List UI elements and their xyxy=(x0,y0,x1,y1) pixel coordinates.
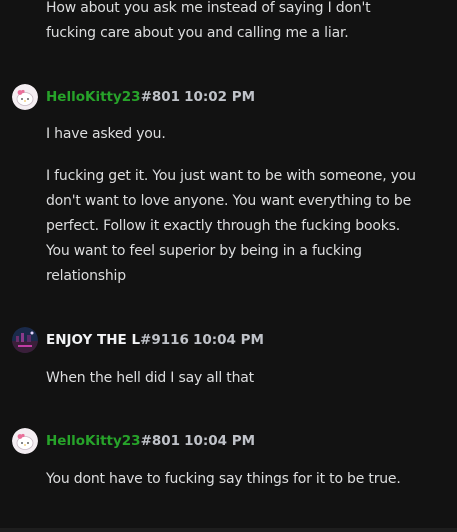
hello-kitty-avatar[interactable] xyxy=(12,84,38,110)
message-timestamp: 10:04 PM xyxy=(184,433,256,449)
user-discriminator: #801 xyxy=(140,89,181,105)
message-timestamp: 10:02 PM xyxy=(184,89,256,105)
user-discriminator: #9116 xyxy=(140,332,189,348)
message-header: HelloKitty23 #801 10:02 PM xyxy=(12,84,255,110)
message-content: I fucking get it. You just want to be wi… xyxy=(46,164,446,289)
message-header: HelloKitty23 #801 10:04 PM xyxy=(12,428,255,454)
username[interactable]: HelloKitty23 xyxy=(46,433,141,449)
user-discriminator: #801 xyxy=(140,433,181,449)
bottom-divider xyxy=(0,528,457,532)
message-line: don't want to love anyone. You want ever… xyxy=(46,193,411,209)
chat-message-list: How about you ask me instead of saying I… xyxy=(0,0,457,532)
username[interactable]: HelloKitty23 xyxy=(46,89,141,105)
message-line: I have asked you. xyxy=(46,126,166,142)
message-timestamp: 10:04 PM xyxy=(192,332,264,348)
message-header: ENJOY THE L #9116 10:04 PM xyxy=(12,327,264,353)
message-content: You dont have to fucking say things for … xyxy=(46,467,446,492)
message-line: I fucking get it. You just want to be wi… xyxy=(46,168,416,184)
message-content: How about you ask me instead of saying I… xyxy=(46,0,446,46)
message-content: I have asked you. xyxy=(46,122,446,147)
message-content: When the hell did I say all that xyxy=(46,366,446,391)
message-line: When the hell did I say all that xyxy=(46,370,254,386)
message-line: perfect. Follow it exactly through the f… xyxy=(46,218,400,234)
username[interactable]: ENJOY THE L xyxy=(46,332,140,348)
message-line: relationship xyxy=(46,268,126,284)
message-line: You dont have to fucking say things for … xyxy=(46,471,401,487)
message-line: How about you ask me instead of saying I… xyxy=(46,0,371,16)
message-line: fucking care about you and calling me a … xyxy=(46,25,349,41)
hello-kitty-avatar[interactable] xyxy=(12,428,38,454)
night-scene-avatar[interactable] xyxy=(12,327,38,353)
message-line: You want to feel superior by being in a … xyxy=(46,243,362,259)
